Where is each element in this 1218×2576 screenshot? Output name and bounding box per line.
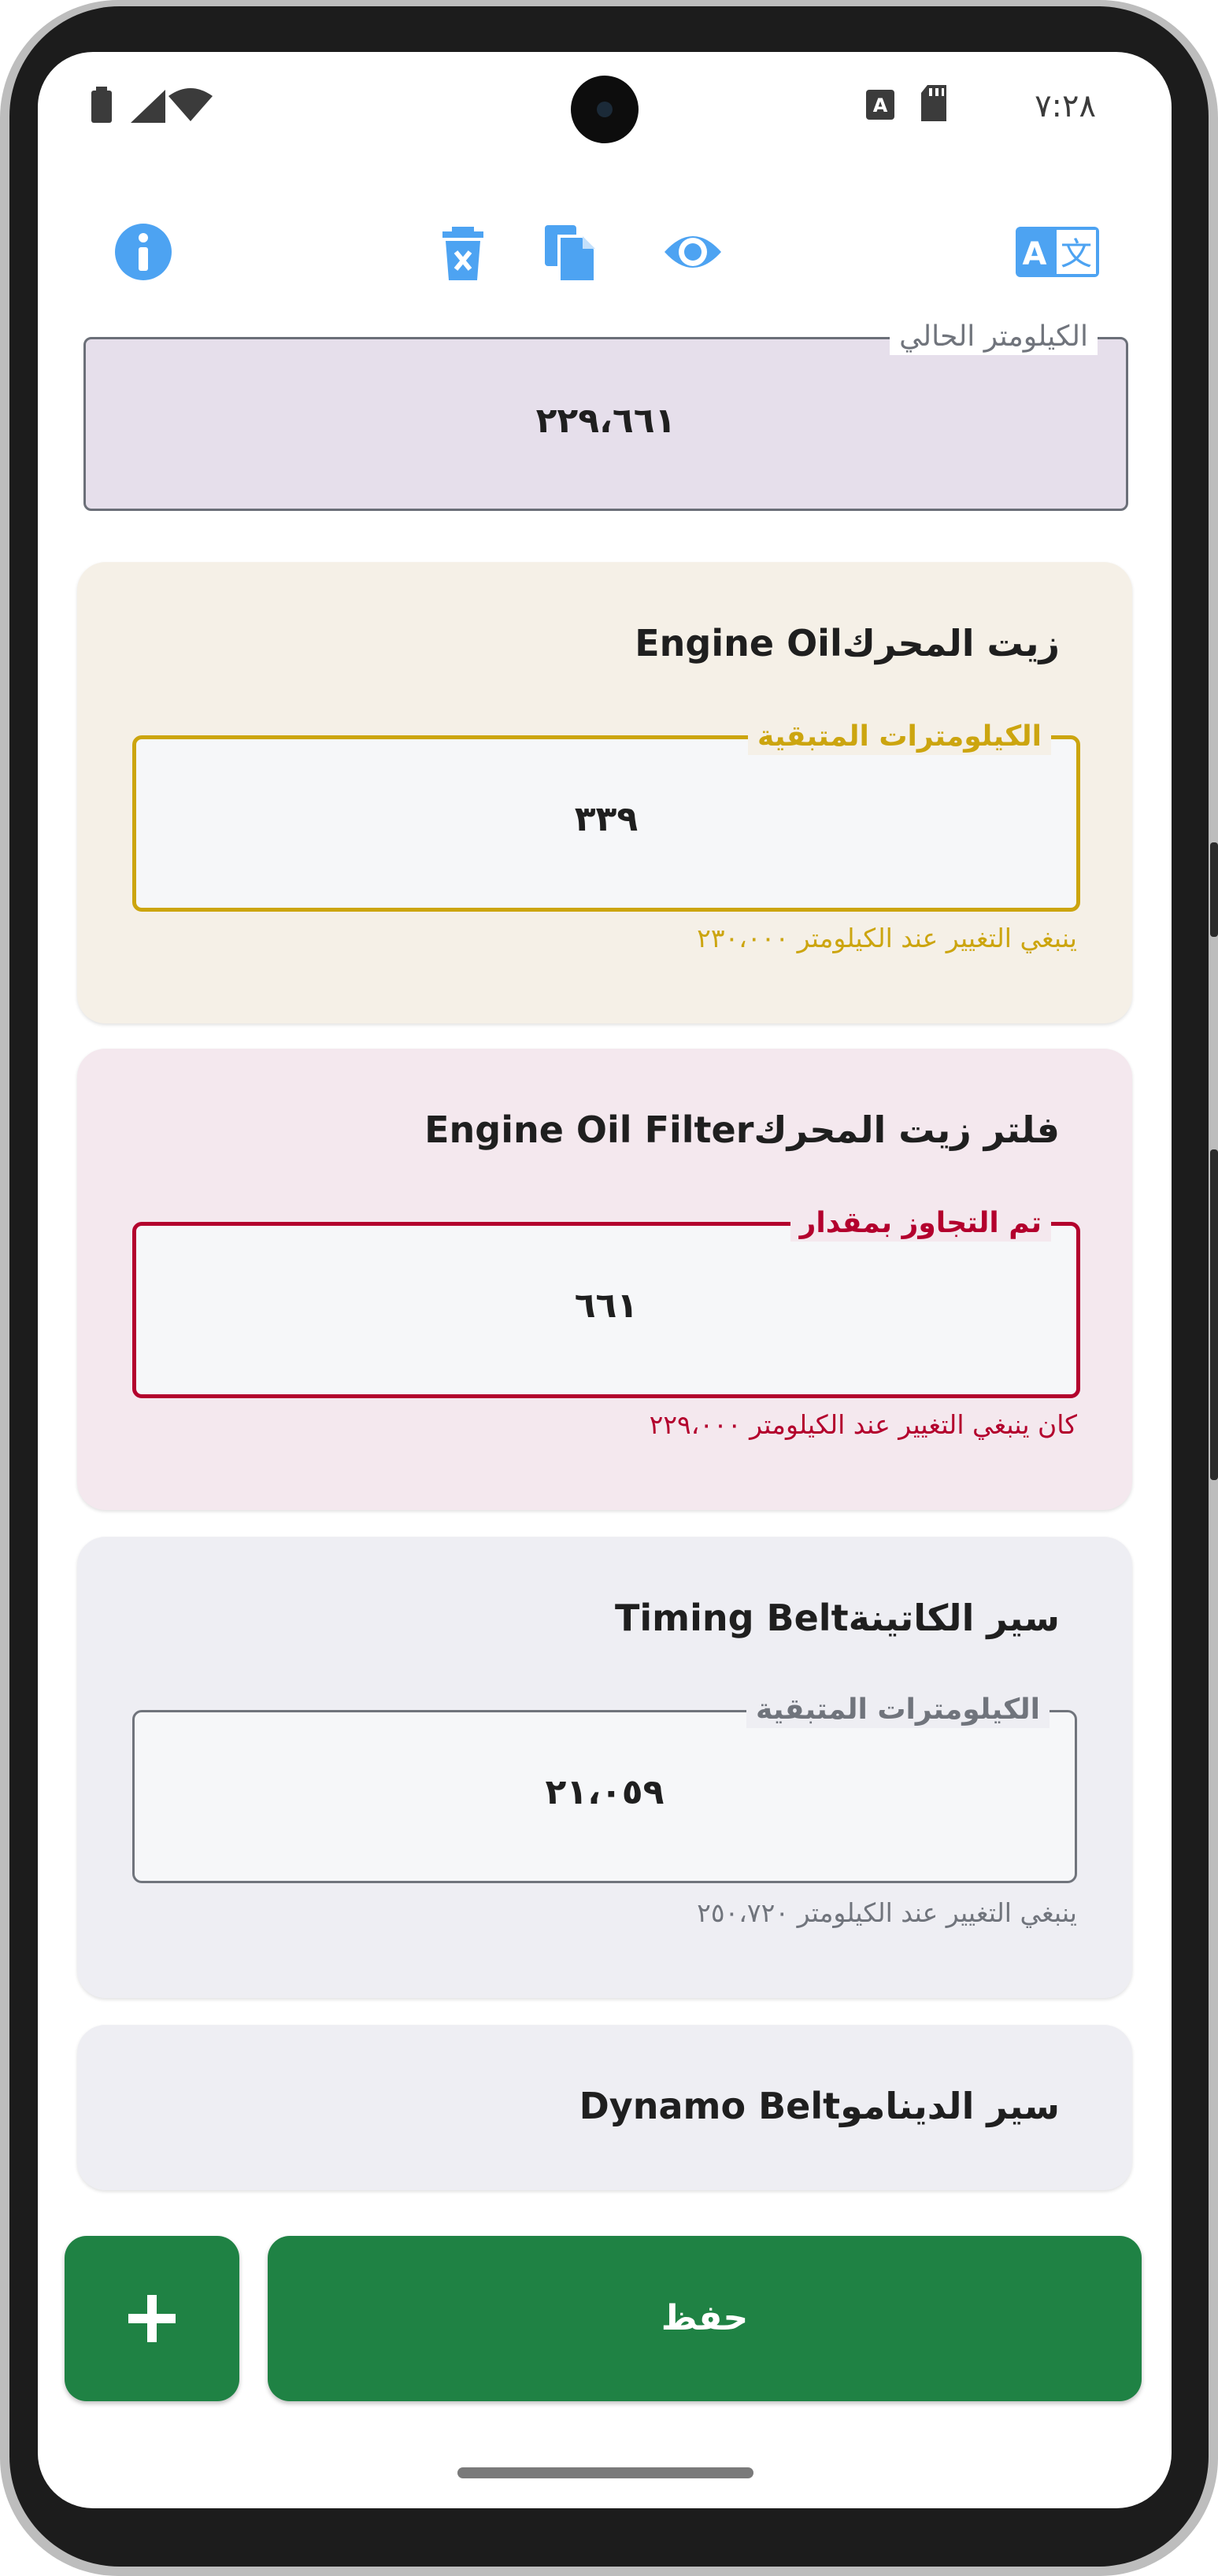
overdue-km-field[interactable]: تم التجاوز بمقدار ٦٦١: [132, 1205, 1080, 1398]
svg-text:A: A: [1023, 236, 1047, 272]
plus-icon: [128, 2295, 176, 2342]
card-title-en: Engine Oil Filter: [424, 1108, 754, 1151]
card-title: Timing Beltسير الكاتينة: [615, 1597, 1077, 1639]
translate-icon[interactable]: A文: [1014, 220, 1101, 283]
battery-icon: [90, 87, 113, 126]
helper-text: ينبغي التغيير عند الكيلومتر ٢٣٠،٠٠٠: [697, 923, 1077, 953]
maintenance-card-engine-oil[interactable]: Engine Oilزيت المحرك الكيلومترات المتبقي…: [77, 562, 1132, 1023]
svg-text:文: 文: [1061, 236, 1092, 272]
save-button[interactable]: حفظ: [268, 2236, 1142, 2401]
wifi-icon: [168, 88, 213, 124]
sd-card-icon: [920, 85, 948, 126]
card-title-en: Dynamo Belt: [579, 2085, 841, 2127]
remaining-km-value: ٣٣٩: [574, 799, 639, 839]
delete-icon[interactable]: [431, 220, 494, 283]
status-time: ٧:٢٨: [1035, 88, 1096, 124]
card-title-ar: سير الدينامو: [840, 2085, 1060, 2127]
field-label: تم التجاوز بمقدار: [790, 1205, 1051, 1242]
card-title-ar: سير الكاتينة: [848, 1597, 1060, 1639]
remaining-km-field[interactable]: الكيلومترات المتبقية ٣٣٩: [132, 719, 1080, 912]
volume-button: [1210, 842, 1218, 937]
keyboard-indicator-icon: A: [864, 88, 896, 124]
card-title: Engine Oilزيت المحرك: [635, 622, 1077, 664]
info-icon[interactable]: [112, 220, 175, 283]
helper-text: ينبغي التغيير عند الكيلومتر ٢٥٠،٧٢٠: [697, 1897, 1077, 1928]
remaining-km-value: ٢١،٠٥٩: [545, 1772, 665, 1812]
current-km-label: الكيلومتر الحالي: [890, 319, 1098, 355]
home-indicator[interactable]: [457, 2467, 753, 2478]
maintenance-card-engine-oil-filter[interactable]: Engine Oil Filterفلتر زيت المحرك تم التج…: [77, 1049, 1132, 1510]
card-title-en: Timing Belt: [615, 1597, 849, 1639]
maintenance-card-timing-belt[interactable]: Timing Beltسير الكاتينة الكيلومترات المت…: [77, 1537, 1132, 1998]
copy-icon[interactable]: [539, 220, 602, 283]
helper-text: كان ينبغي التغيير عند الكيلومتر ٢٢٩،٠٠٠: [649, 1409, 1077, 1440]
overdue-km-value: ٦٦١: [574, 1286, 639, 1326]
card-title: Dynamo Beltسير الدينامو: [579, 2085, 1077, 2127]
status-bar: A ٧:٢٨: [38, 52, 1172, 170]
power-button: [1210, 1149, 1218, 1480]
maintenance-card-dynamo-belt[interactable]: Dynamo Beltسير الدينامو: [77, 2025, 1132, 2190]
front-camera: [571, 76, 639, 143]
signal-icon: [131, 90, 165, 126]
card-title-ar: زيت المحرك: [842, 622, 1060, 664]
svg-text:A: A: [873, 94, 888, 117]
field-label: الكيلومترات المتبقية: [746, 1692, 1050, 1728]
remaining-km-field[interactable]: الكيلومترات المتبقية ٢١،٠٥٩: [132, 1692, 1077, 1883]
card-title-ar: فلتر زيت المحرك: [753, 1108, 1060, 1151]
current-km-value: ٢٢٩،٦٦١: [535, 401, 676, 441]
field-label: الكيلومترات المتبقية: [747, 719, 1051, 755]
card-title-en: Engine Oil: [635, 622, 842, 664]
app-screen: A ٧:٢٨ A文 الكيلومتر الحالي ٢٢٩،٦٦١ Engin…: [38, 52, 1172, 2508]
view-icon[interactable]: [661, 220, 724, 283]
card-title: Engine Oil Filterفلتر زيت المحرك: [424, 1108, 1077, 1151]
add-button[interactable]: [65, 2236, 239, 2401]
current-km-field[interactable]: الكيلومتر الحالي ٢٢٩،٦٦١: [83, 319, 1128, 511]
